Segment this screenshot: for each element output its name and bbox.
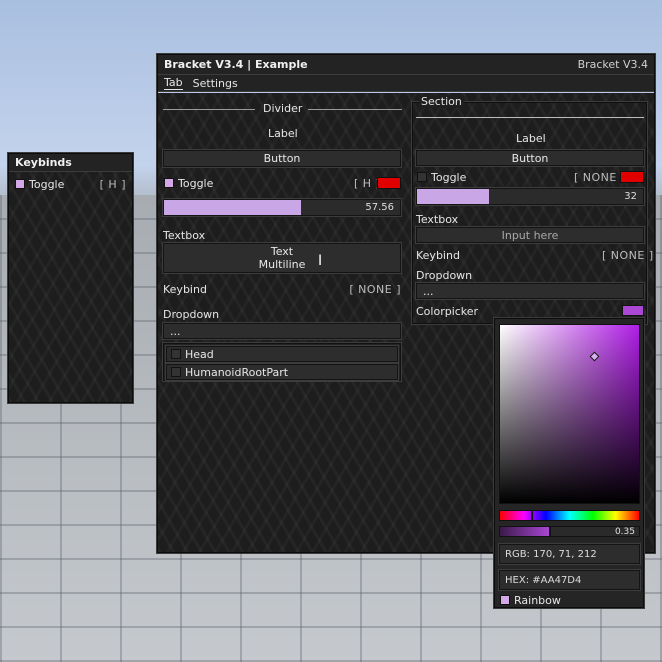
- divider-line-right: [308, 109, 402, 110]
- keybinds-title-bar[interactable]: Keybinds: [9, 154, 132, 172]
- left-dropdown-list: Head HumanoidRootPart: [162, 342, 402, 382]
- alpha-value: 0.35: [614, 527, 635, 537]
- left-slider-fill: [164, 200, 301, 215]
- right-dropdown[interactable]: ...: [415, 282, 645, 300]
- keybinds-window: Keybinds Toggle [ H ]: [7, 152, 134, 404]
- left-label: Label: [268, 127, 298, 140]
- right-textbox-placeholder: Input here: [501, 228, 559, 242]
- color-picker-panel: 0.35 RGB: 170, 71, 212 HEX: #AA47D4 Rain…: [493, 317, 645, 609]
- left-keybind-label: Keybind: [163, 283, 207, 296]
- right-section-label: Section: [419, 95, 464, 108]
- dropdown-option-humanoidrootpart[interactable]: HumanoidRootPart: [165, 363, 399, 381]
- left-textbox-line1: Text: [270, 245, 294, 258]
- dropdown-option-head-checkbox: [171, 349, 181, 359]
- alpha-slider-fill: [500, 527, 549, 536]
- dropdown-option-head-label: Head: [185, 347, 214, 361]
- main-title-bar[interactable]: Bracket V3.4 | Example Bracket V3.4: [158, 55, 654, 75]
- right-slider[interactable]: 32: [415, 187, 645, 206]
- main-version: Bracket V3.4: [577, 58, 648, 71]
- keybind-toggle-key: [ H ]: [99, 178, 126, 191]
- rainbow-label: Rainbow: [514, 594, 561, 607]
- right-section-line: [416, 117, 644, 118]
- dropdown-option-head[interactable]: Head: [165, 345, 399, 363]
- right-colorpicker-swatch[interactable]: [622, 305, 644, 316]
- tab-settings[interactable]: Settings: [193, 77, 238, 90]
- right-toggle-checkbox[interactable]: [417, 172, 427, 182]
- left-button[interactable]: Button: [162, 149, 402, 168]
- text-cursor-icon: I: [318, 253, 323, 269]
- left-slider-value: 57.56: [365, 202, 394, 213]
- right-button[interactable]: Button: [415, 149, 645, 167]
- right-textbox-label: Textbox: [416, 213, 459, 226]
- right-textbox[interactable]: Input here: [415, 226, 645, 244]
- left-textbox[interactable]: Text Multiline: [162, 242, 402, 274]
- divider-label: Divider: [263, 102, 303, 115]
- left-dropdown-value: ...: [170, 324, 181, 338]
- keybinds-body: Toggle [ H ]: [9, 172, 132, 402]
- left-toggle-color-swatch[interactable]: [377, 177, 401, 189]
- left-textbox-line2: Multiline: [258, 258, 306, 271]
- right-label: Label: [516, 132, 546, 145]
- right-keybind-value[interactable]: [ NONE ]: [602, 249, 654, 262]
- right-toggle-key[interactable]: [ NONE ]: [574, 171, 626, 184]
- left-dropdown[interactable]: ...: [162, 322, 402, 340]
- tab-bar: Tab Settings: [158, 75, 654, 92]
- left-dropdown-label: Dropdown: [163, 308, 220, 321]
- tab-tab[interactable]: Tab: [164, 76, 183, 90]
- right-keybind-label: Keybind: [416, 249, 460, 262]
- right-toggle-color-swatch[interactable]: [620, 171, 644, 183]
- rainbow-checkbox[interactable]: [500, 595, 510, 605]
- divider-line-left: [163, 109, 255, 110]
- right-toggle-label: Toggle: [431, 171, 467, 184]
- value-black-layer: [500, 325, 639, 503]
- right-slider-fill: [417, 189, 490, 204]
- left-slider[interactable]: 57.56: [162, 198, 402, 217]
- right-dropdown-label: Dropdown: [416, 269, 473, 282]
- right-colorpicker-label: Colorpicker: [416, 305, 479, 318]
- rgb-field[interactable]: RGB: 170, 71, 212: [498, 543, 641, 565]
- left-toggle-label: Toggle: [178, 177, 214, 190]
- hue-slider[interactable]: [499, 510, 640, 521]
- keybind-toggle-label: Toggle: [29, 178, 65, 191]
- right-dropdown-value: ...: [423, 284, 434, 298]
- keybinds-title: Keybinds: [15, 156, 72, 169]
- alpha-slider-handle[interactable]: [548, 526, 551, 537]
- hue-slider-handle[interactable]: [530, 510, 533, 521]
- dropdown-option-humanoidrootpart-label: HumanoidRootPart: [185, 365, 289, 379]
- alpha-slider[interactable]: 0.35: [499, 526, 640, 537]
- left-textbox-label: Textbox: [163, 229, 206, 242]
- saturation-value-square[interactable]: [499, 324, 640, 504]
- main-title: Bracket V3.4 | Example: [164, 58, 308, 71]
- left-toggle-checkbox[interactable]: [164, 178, 174, 188]
- right-slider-value: 32: [624, 191, 637, 202]
- keybind-toggle-checkbox[interactable]: [15, 179, 25, 189]
- left-keybind-value[interactable]: [ NONE ]: [349, 283, 401, 296]
- dropdown-option-humanoidrootpart-checkbox: [171, 367, 181, 377]
- hex-field[interactable]: HEX: #AA47D4: [498, 569, 641, 591]
